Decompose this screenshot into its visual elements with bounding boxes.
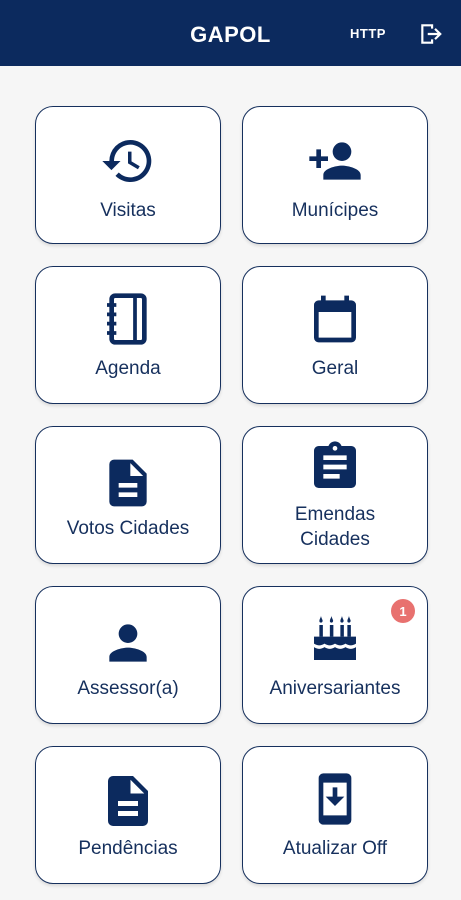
birthday-cake-icon: [314, 615, 356, 660]
history-icon: [102, 140, 152, 182]
document-icon: [109, 459, 147, 507]
logout-icon[interactable]: [418, 21, 444, 47]
notification-badge: 1: [391, 599, 415, 623]
tile-label: Atualizar Off: [282, 838, 388, 859]
tile-label: Votos Cidades: [66, 518, 190, 539]
tile-visitas[interactable]: Visitas: [35, 106, 221, 244]
tile-label-line2: Cidades: [300, 529, 370, 550]
tile-emendas-cidades[interactable]: Emendas Cidades: [242, 426, 428, 564]
tile-label: Visitas: [100, 200, 156, 221]
tile-votos-cidades[interactable]: Votos Cidades: [35, 426, 221, 564]
tile-label: Aniversariantes: [269, 678, 401, 699]
app-title: GAPOL: [190, 22, 271, 47]
tile-geral[interactable]: Geral: [242, 266, 428, 404]
tile-agenda[interactable]: Agenda: [35, 266, 221, 404]
tile-label: Pendências: [78, 838, 178, 859]
tile-label: Agenda: [95, 358, 161, 379]
clipboard-icon: [314, 441, 356, 488]
tile-aniversariantes[interactable]: Aniversariantes 1: [242, 586, 428, 724]
calendar-icon: [314, 295, 356, 343]
person-icon: [109, 624, 147, 662]
phone-download-icon: [318, 773, 352, 825]
http-button[interactable]: HTTP: [350, 26, 386, 41]
tile-label-line1: Emendas: [294, 504, 376, 525]
add-person-icon: [309, 142, 361, 180]
tile-pendencias[interactable]: Pendências: [35, 746, 221, 884]
tile-atualizar-off[interactable]: Atualizar Off: [242, 746, 428, 884]
tile-assessor[interactable]: Assessor(a): [35, 586, 221, 724]
tile-label: Geral: [311, 358, 359, 379]
notebook-icon: [107, 293, 147, 345]
tile-label: Assessor(a): [77, 678, 179, 699]
tile-label: Munícipes: [291, 200, 379, 221]
app-bar: GAPOL HTTP: [0, 0, 461, 66]
tile-municipes[interactable]: Munícipes: [242, 106, 428, 244]
document-lines-icon: [108, 776, 148, 826]
